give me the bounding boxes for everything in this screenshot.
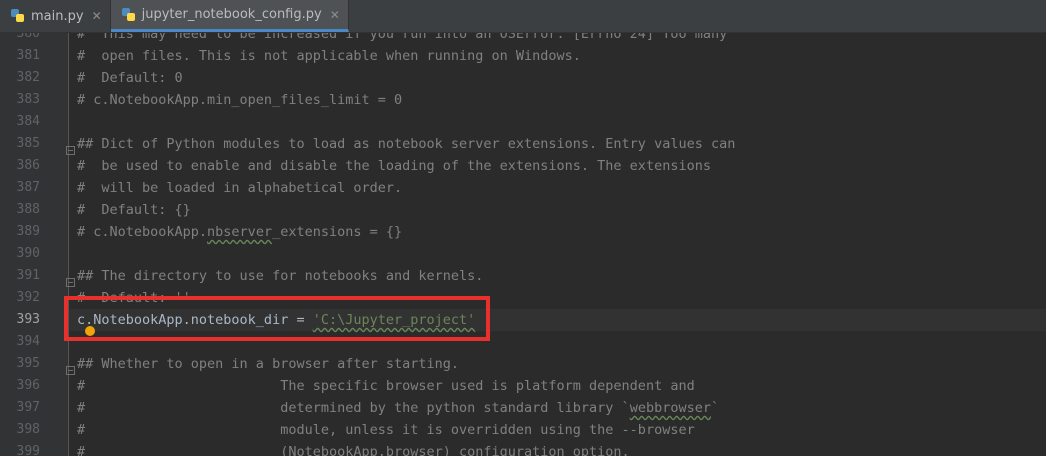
code-line[interactable]: 380 # This may need to be increased if yo… [0,33,1046,45]
code-line[interactable]: 384 [0,111,1046,133]
comment-text: # determined by the python standard libr… [77,400,630,416]
line-number: 397 [16,400,40,415]
python-file-icon [121,7,137,23]
line-number: 382 [16,70,40,85]
line-text: ## Dict of Python modules to load as not… [77,136,736,152]
line-number: 396 [16,378,40,393]
line-number: 393 [16,312,40,327]
code-line[interactable]: 397 # determined by the python standard l… [0,397,1046,419]
code-editor[interactable]: 380 # This may need to be increased if yo… [0,33,1046,456]
line-text: # This may need to be increased if you r… [77,33,728,42]
line-text: # The specific browser used is platform … [77,378,695,394]
line-text: # c.NotebookApp.nbserver_extensions = {} [77,221,402,243]
line-text: # Default: {} [77,202,191,218]
code-line[interactable]: 383 # c.NotebookApp.min_open_files_limit … [0,89,1046,111]
line-text: # be used to enable and disable the load… [77,158,711,174]
highlight-annotation-box [64,296,490,341]
line-number: 385 [16,136,40,151]
line-number: 391 [16,268,40,283]
code-line[interactable]: 381 # open files. This is not applicable … [0,45,1046,67]
code-line[interactable]: 385 ## Dict of Python modules to load as … [0,133,1046,155]
line-number: 387 [16,180,40,195]
line-number: 398 [16,422,40,437]
code-line[interactable]: 398 # module, unless it is overridden usi… [0,419,1046,441]
code-line[interactable]: 390 [0,243,1046,265]
line-number: 386 [16,158,40,173]
comment-text: ` [710,400,720,416]
line-text: # (NotebookApp.browser) configuration op… [77,444,630,456]
line-text: # open files. This is not applicable whe… [77,48,581,64]
line-text: # will be loaded in alphabetical order. [77,180,403,196]
line-number: 390 [16,246,40,261]
line-number: 388 [16,202,40,217]
fold-marker-icon[interactable] [66,272,75,287]
comment-text: # c.NotebookApp. [77,224,208,240]
tab-label: main.py [31,8,84,24]
code-line[interactable]: 396 # The specific browser used is platfo… [0,375,1046,397]
comment-text: _extensions = {} [272,224,403,240]
close-icon[interactable]: ✕ [330,8,340,22]
line-text: # Default: 0 [77,70,183,86]
fold-marker-icon[interactable] [66,360,75,375]
tab-label: jupyter_notebook_config.py [141,7,322,22]
close-icon[interactable]: ✕ [92,9,102,23]
line-text: # module, unless it is overridden using … [77,422,695,438]
code-line[interactable]: 391 ## The directory to use for notebooks… [0,265,1046,287]
line-number: 395 [16,356,40,371]
line-number: 380 [16,33,40,41]
code-line[interactable]: 382 # Default: 0 [0,67,1046,89]
code-line[interactable]: 395 ## Whether to open in a browser after… [0,353,1046,375]
fold-marker-icon[interactable] [66,140,75,155]
spellcheck-word: nbserver [207,224,273,240]
code-line[interactable]: 388 # Default: {} [0,199,1046,221]
line-text: # determined by the python standard libr… [77,397,719,419]
editor-tab-bar: main.py ✕ jupyter_notebook_config.py ✕ [0,0,1046,33]
code-line[interactable]: 399 # (NotebookApp.browser) configuration… [0,441,1046,456]
python-file-icon [10,8,26,24]
tab-main-py[interactable]: main.py ✕ [0,0,111,32]
spellcheck-word: webbrowser [629,400,711,416]
line-text: ## The directory to use for notebooks an… [77,268,484,284]
tab-jupyter-notebook-config[interactable]: jupyter_notebook_config.py ✕ [110,0,349,32]
code-line[interactable]: 389 # c.NotebookApp.nbserver_extensions =… [0,221,1046,243]
line-number: 392 [16,290,40,305]
code-line[interactable]: 386 # be used to enable and disable the l… [0,155,1046,177]
line-number: 383 [16,92,40,107]
line-text: # c.NotebookApp.min_open_files_limit = 0 [77,92,403,108]
line-number: 399 [16,444,40,456]
line-number: 384 [16,114,40,129]
line-number: 381 [16,48,40,63]
line-text: ## Whether to open in a browser after st… [77,356,460,372]
line-number: 394 [16,334,40,349]
line-number: 389 [16,224,40,239]
code-line[interactable]: 387 # will be loaded in alphabetical orde… [0,177,1046,199]
